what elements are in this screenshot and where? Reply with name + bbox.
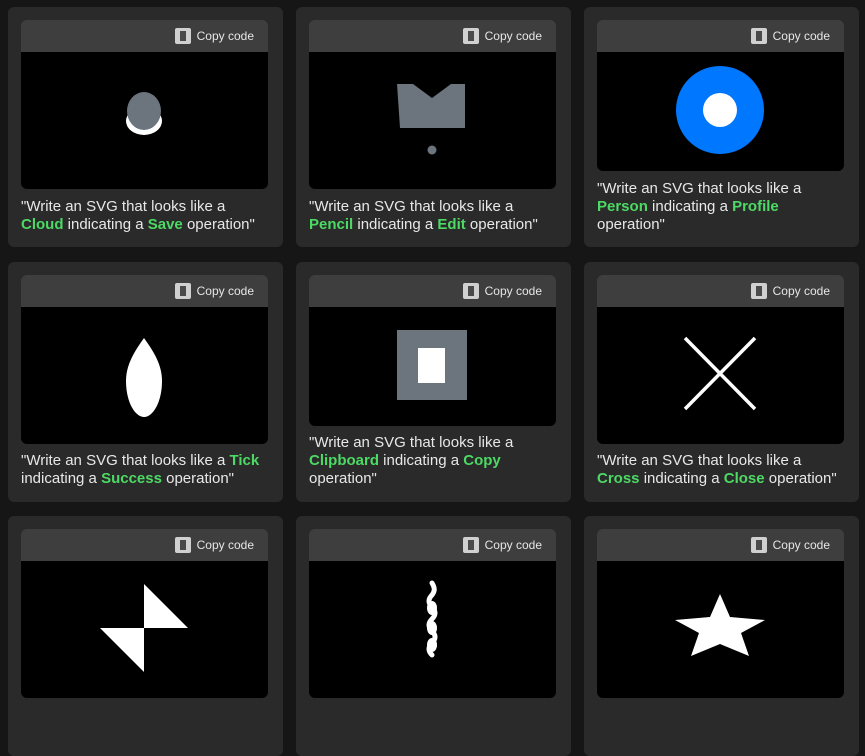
cloud-save-icon — [126, 92, 162, 135]
card-caption: "Write an SVG that looks like a Person i… — [597, 180, 802, 233]
card-caption: "Write an SVG that looks like a Cross in… — [597, 452, 837, 487]
card-header: Copy code — [21, 529, 268, 561]
copy-code-button[interactable]: Copy code — [174, 282, 254, 300]
clipboard-copy-icon — [397, 330, 467, 400]
copy-icon — [174, 537, 191, 553]
copy-code-button[interactable]: Copy code — [462, 282, 542, 300]
card-header: Copy code — [21, 275, 268, 307]
copy-code-label: Copy code — [772, 538, 830, 552]
cross-close-icon — [683, 336, 757, 411]
gallery-card: Copy code "Write an SVG that looks like … — [296, 7, 571, 247]
copy-code-label: Copy code — [772, 29, 830, 43]
copy-code-button[interactable]: Copy code — [750, 282, 830, 300]
card-header: Copy code — [597, 529, 844, 561]
card-caption: "Write an SVG that looks like a Pencil i… — [309, 198, 538, 233]
svg-gallery-grid: Copy code "Write an SVG that looks like … — [0, 0, 865, 756]
gallery-card: Copy code — [296, 516, 571, 756]
copy-icon — [750, 537, 767, 553]
copy-code-button[interactable]: Copy code — [174, 27, 254, 45]
copy-icon — [174, 283, 191, 299]
copy-code-button[interactable]: Copy code — [462, 536, 542, 554]
copy-icon — [462, 28, 479, 44]
card-caption: "Write an SVG that looks like a Tick ind… — [21, 452, 260, 487]
gallery-card: Copy code — [584, 516, 859, 756]
gallery-card: Copy code — [8, 516, 283, 756]
star-icon — [675, 594, 765, 656]
svg-preview — [309, 307, 556, 426]
svg-preview — [597, 561, 844, 698]
copy-code-label: Copy code — [196, 284, 254, 298]
copy-code-button[interactable]: Copy code — [462, 27, 542, 45]
gallery-card: Copy code "Write an SVG that looks like … — [296, 262, 571, 502]
svg-preview — [309, 52, 556, 189]
copy-code-button[interactable]: Copy code — [750, 27, 830, 45]
gallery-card: Copy code "Write an SVG that looks like … — [8, 262, 283, 502]
card-header: Copy code — [597, 275, 844, 307]
copy-code-label: Copy code — [484, 29, 542, 43]
card-header: Copy code — [597, 20, 844, 52]
copy-code-label: Copy code — [196, 538, 254, 552]
copy-icon — [462, 283, 479, 299]
card-header: Copy code — [309, 275, 556, 307]
wave-line-icon — [426, 580, 438, 658]
copy-icon — [462, 537, 479, 553]
card-header: Copy code — [21, 20, 268, 52]
card-header: Copy code — [309, 20, 556, 52]
svg-preview — [21, 307, 268, 444]
tick-success-icon — [126, 338, 162, 417]
copy-code-label: Copy code — [484, 284, 542, 298]
copy-code-button[interactable]: Copy code — [750, 536, 830, 554]
gallery-card: Copy code "Write an SVG that looks like … — [584, 7, 859, 247]
copy-code-label: Copy code — [772, 284, 830, 298]
svg-preview — [597, 52, 844, 171]
copy-icon — [174, 28, 191, 44]
lightning-icon — [100, 584, 188, 672]
svg-preview — [21, 52, 268, 189]
pencil-edit-icon — [397, 84, 465, 155]
card-caption: "Write an SVG that looks like a Clipboar… — [309, 434, 514, 487]
copy-code-label: Copy code — [484, 538, 542, 552]
gallery-card: Copy code "Write an SVG that looks like … — [584, 262, 859, 502]
copy-icon — [750, 283, 767, 299]
svg-preview — [597, 307, 844, 444]
copy-code-label: Copy code — [196, 29, 254, 43]
gallery-card: Copy code "Write an SVG that looks like … — [8, 7, 283, 247]
svg-preview — [309, 561, 556, 698]
copy-code-button[interactable]: Copy code — [174, 536, 254, 554]
copy-icon — [750, 28, 767, 44]
card-header: Copy code — [309, 529, 556, 561]
card-caption: "Write an SVG that looks like a Cloud in… — [21, 198, 255, 233]
person-profile-icon — [676, 66, 764, 154]
svg-preview — [21, 561, 268, 698]
